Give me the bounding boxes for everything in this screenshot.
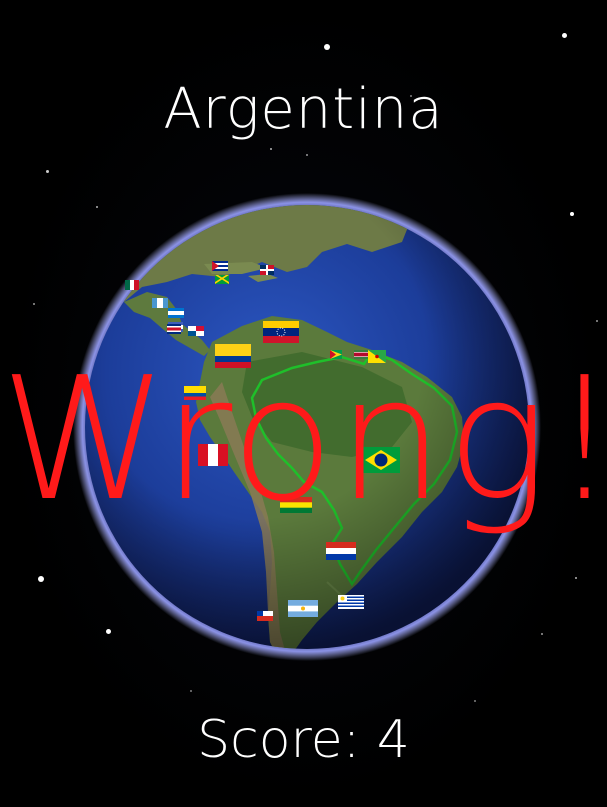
star (33, 303, 35, 305)
score-display: Score: 4 (0, 702, 607, 778)
flag-argentina-icon[interactable] (288, 600, 318, 617)
star (596, 320, 598, 322)
star (38, 576, 44, 582)
flag-cuba-icon[interactable] (212, 261, 228, 271)
flag-paraguay-icon[interactable] (326, 542, 356, 560)
star (575, 577, 577, 579)
flag-jamaica-icon[interactable] (215, 275, 229, 284)
target-country-label: Argentina (163, 77, 444, 142)
star (570, 212, 574, 216)
star (190, 690, 192, 692)
wrong-feedback-label: Wrong! (0, 341, 607, 539)
flag-uruguay-icon[interactable] (338, 595, 364, 609)
score-value: 4 (376, 710, 410, 770)
flag-mexico-icon[interactable] (125, 280, 139, 290)
flag-venezuela-icon[interactable] (263, 321, 299, 343)
flag-costa-rica-icon[interactable] (167, 324, 181, 334)
flag-chile-icon[interactable] (257, 611, 273, 621)
flag-honduras-icon[interactable] (168, 308, 184, 318)
star (562, 33, 567, 38)
star (324, 44, 330, 50)
flag-guatemala-icon[interactable] (152, 298, 168, 308)
score-label: Score: (197, 710, 361, 770)
star (46, 170, 49, 173)
star (306, 154, 308, 156)
game-screen: Argentina Wrong! Score: 4 (0, 0, 607, 807)
flag-dominican-republic-icon[interactable] (260, 265, 274, 275)
flag-panama-icon[interactable] (188, 326, 204, 336)
